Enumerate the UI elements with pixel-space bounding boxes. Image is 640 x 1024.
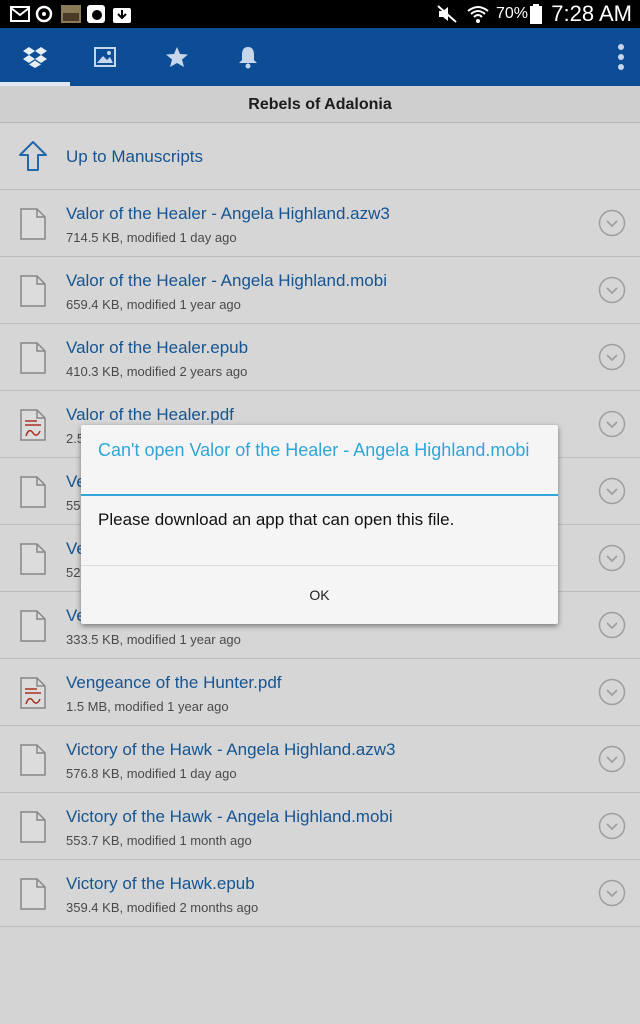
- mute-icon: [437, 5, 457, 23]
- app-thumbnail-icon: [61, 5, 81, 23]
- tab-photos[interactable]: [70, 28, 140, 86]
- error-dialog: Can't open Valor of the Healer - Angela …: [81, 425, 558, 624]
- download-icon: [113, 8, 131, 23]
- action-bar: [0, 28, 640, 86]
- status-bar: 70% 7:28 AM: [0, 0, 640, 28]
- dialog-title: Can't open Valor of the Healer - Angela …: [98, 440, 530, 460]
- camera-app-icon: [87, 5, 105, 23]
- battery-icon: [530, 4, 542, 24]
- photos-icon: [94, 47, 116, 67]
- battery-percent: 70%: [495, 5, 528, 22]
- tab-files[interactable]: [0, 28, 70, 86]
- wifi-icon: [467, 6, 489, 23]
- sync-icon: [35, 5, 53, 23]
- clock: 7:28 AM: [551, 1, 632, 26]
- star-icon: [166, 47, 188, 67]
- dropbox-icon: [23, 47, 47, 68]
- tab-notifications[interactable]: [213, 28, 283, 86]
- dialog-divider: [81, 494, 558, 496]
- tab-favorites[interactable]: [142, 28, 212, 86]
- dialog-message: Please download an app that can open thi…: [98, 510, 455, 529]
- bell-icon: [239, 47, 257, 69]
- more-vertical-icon[interactable]: [616, 42, 626, 72]
- gmail-icon: [10, 6, 30, 22]
- ok-button[interactable]: OK: [81, 566, 558, 624]
